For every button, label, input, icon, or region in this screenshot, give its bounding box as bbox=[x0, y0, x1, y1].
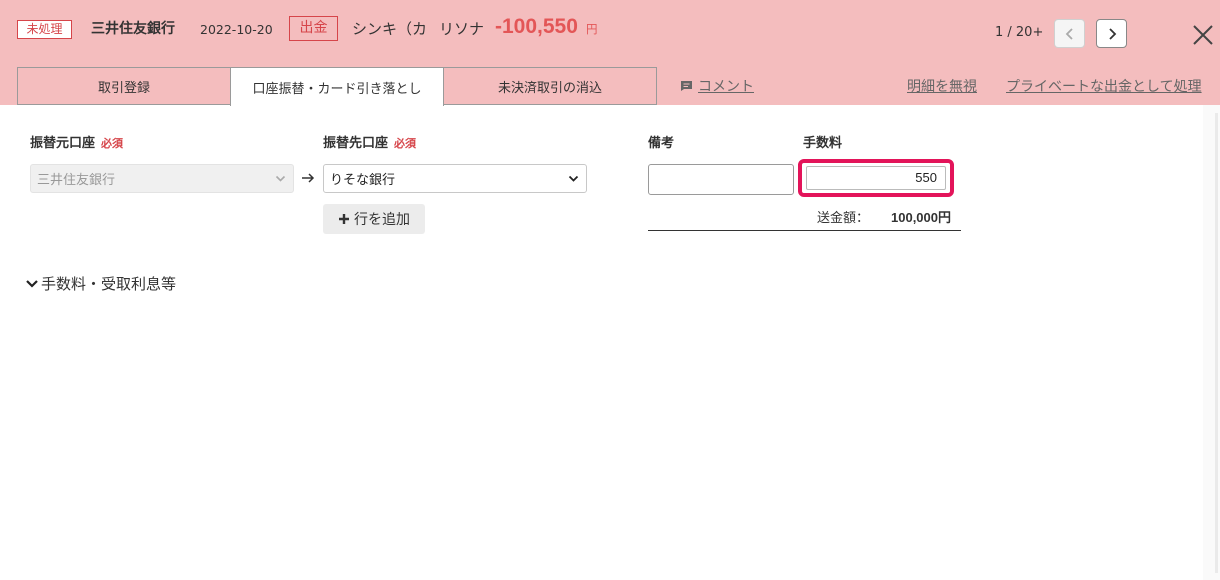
scrollbar[interactable] bbox=[1203, 105, 1220, 580]
from-account-select: 三井住友銀行 bbox=[30, 164, 294, 193]
pager-indicator: 1 / 20+ bbox=[995, 25, 1044, 40]
summary-divider bbox=[648, 230, 961, 231]
tab-account-transfer[interactable]: 口座振替・カード引き落とし bbox=[230, 67, 444, 106]
tab-unsettled-reconcile[interactable]: 未決済取引の消込 bbox=[443, 67, 657, 105]
previous-button[interactable] bbox=[1054, 19, 1085, 48]
from-account-label: 振替元口座 必須 bbox=[30, 136, 124, 151]
private-expense-link[interactable]: プライベートな出金として処理 bbox=[1006, 76, 1202, 96]
note-label: 備考 bbox=[648, 136, 675, 151]
chevron-right-icon bbox=[1108, 27, 1116, 40]
send-amount-value: 100,000円 bbox=[891, 210, 951, 225]
fee-highlight: 550 bbox=[798, 159, 954, 197]
required-badge: 必須 bbox=[394, 137, 417, 150]
payee-part-1: シンキ（カ bbox=[352, 20, 428, 38]
amount-unit: 円 bbox=[586, 22, 598, 36]
add-row-button[interactable]: 行を追加 bbox=[323, 204, 425, 234]
payee-description: シンキ（カ リソナ bbox=[352, 18, 484, 40]
send-amount-label: 送金額： bbox=[817, 211, 870, 226]
required-badge: 必須 bbox=[101, 137, 124, 150]
arrow-right-icon bbox=[302, 173, 315, 183]
fee-interest-section-toggle[interactable]: 手数料・受取利息等 bbox=[25, 273, 176, 294]
close-icon bbox=[1193, 25, 1213, 45]
transaction-type-badge: 出金 bbox=[289, 16, 338, 41]
bank-name: 三井住友銀行 bbox=[91, 21, 175, 37]
note-input[interactable] bbox=[648, 164, 794, 195]
chevron-down-icon bbox=[26, 279, 38, 288]
close-button[interactable] bbox=[1188, 20, 1218, 50]
comment-icon bbox=[681, 81, 692, 91]
add-row-label: 行を追加 bbox=[354, 212, 410, 228]
chevron-left-icon bbox=[1065, 27, 1073, 40]
comment-link[interactable]: コメント bbox=[680, 76, 754, 96]
comment-link-label: コメント bbox=[698, 79, 754, 95]
ignore-statement-link[interactable]: 明細を無視 bbox=[907, 76, 977, 96]
transaction-header: 未処理 三井住友銀行 2022-10-20 出金 シンキ（カ リソナ -100,5… bbox=[0, 0, 1220, 106]
fee-input[interactable]: 550 bbox=[806, 166, 946, 190]
next-button[interactable] bbox=[1096, 19, 1127, 48]
fee-label: 手数料 bbox=[803, 136, 843, 151]
to-account-label: 振替先口座 必須 bbox=[323, 136, 417, 151]
to-account-select[interactable]: りそな銀行 bbox=[323, 164, 587, 193]
transaction-amount: -100,550 bbox=[495, 15, 578, 38]
to-account-value: りそな銀行 bbox=[330, 173, 396, 188]
status-badge: 未処理 bbox=[17, 20, 72, 39]
transaction-date: 2022-10-20 bbox=[200, 22, 273, 37]
chevron-down-icon bbox=[568, 175, 579, 182]
fee-interest-section-label: 手数料・受取利息等 bbox=[41, 275, 177, 293]
tab-transaction-register[interactable]: 取引登録 bbox=[17, 67, 231, 105]
scrollbar-thumb[interactable] bbox=[1215, 113, 1218, 573]
from-account-value: 三井住友銀行 bbox=[37, 173, 116, 188]
payee-part-2: リソナ bbox=[439, 20, 485, 38]
chevron-down-icon bbox=[275, 175, 286, 182]
plus-icon bbox=[339, 214, 349, 224]
